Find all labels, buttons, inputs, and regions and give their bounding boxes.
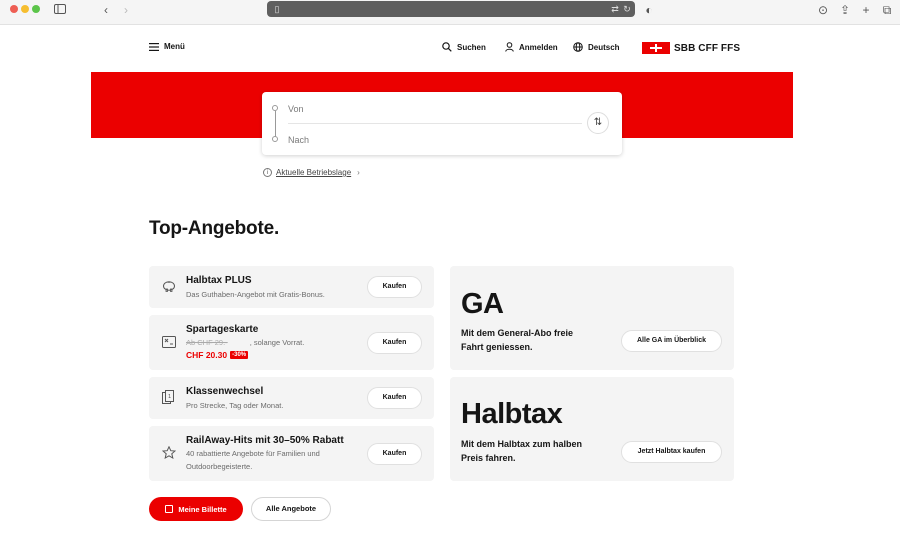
login-button[interactable]: Anmelden <box>505 42 558 52</box>
buy-button[interactable]: Kaufen <box>367 332 422 354</box>
svg-text:1: 1 <box>168 394 171 400</box>
reload-icon[interactable]: ↻ <box>621 3 633 15</box>
login-label: Anmelden <box>519 42 558 52</box>
sidebar-toggle-icon[interactable] <box>53 3 67 17</box>
discount-badge: -30% <box>230 351 249 359</box>
sbb-logo[interactable]: SBB CFF FFS <box>642 42 740 54</box>
privacy-icon[interactable]: ◐ <box>642 3 656 17</box>
ga-card[interactable]: GA Mit dem General-Abo freie Fahrt genie… <box>450 266 734 370</box>
offer-title: Spartageskarte <box>186 324 259 335</box>
back-icon[interactable]: ‹ <box>99 3 113 17</box>
translate-icon[interactable]: ⇄ <box>609 3 621 15</box>
class-change-icon: 1 <box>162 390 174 409</box>
download-icon[interactable]: ⊙ <box>816 3 830 17</box>
timetable-search: Von Nach ⇅ <box>262 92 622 155</box>
status-link-label: Aktuelle Betriebslage <box>276 168 352 177</box>
my-tickets-button[interactable]: Meine Billette <box>149 497 243 521</box>
browser-toolbar: ‹ › ▯ ⇄ ↻ ◐ ⊙ ⇪ + ⧉ <box>0 0 900 25</box>
offer-subtitle: Pro Strecke, Tag oder Monat. <box>186 401 284 410</box>
halbtax-description-line1: Mit dem Halbtax zum halben <box>461 439 583 449</box>
halbtax-title: Halbtax <box>461 398 563 430</box>
offer-title: Klassenwechsel <box>186 386 264 397</box>
search-button[interactable]: Suchen <box>442 42 486 52</box>
status-link[interactable]: i Aktuelle Betriebslage › <box>263 168 360 177</box>
ga-title: GA <box>461 288 504 320</box>
menu-label: Menü <box>164 42 185 51</box>
language-label: Deutsch <box>588 42 620 52</box>
buy-halbtax-button[interactable]: Jetzt Halbtax kaufen <box>621 441 722 463</box>
sbb-logo-icon <box>642 42 670 54</box>
offer-subtitle: Das Guthaben-Angebot mit Gratis-Bonus. <box>186 290 325 299</box>
offer-card-halbtax-plus[interactable]: Halbtax PLUS Das Guthaben-Angebot mit Gr… <box>149 266 434 308</box>
logo-text: SBB CFF FFS <box>674 42 741 54</box>
to-dot-icon <box>272 136 278 142</box>
section-title: Top-Angebote. <box>149 218 280 239</box>
route-line <box>274 111 276 138</box>
old-price: Ab CHF 29.- <box>186 338 228 347</box>
star-icon <box>161 445 177 464</box>
tabs-overview-icon[interactable]: ⧉ <box>880 3 894 17</box>
buy-button[interactable]: Kaufen <box>367 443 422 465</box>
buy-button[interactable]: Kaufen <box>367 387 422 409</box>
page-icon: ▯ <box>274 4 280 14</box>
close-window-button[interactable] <box>10 5 18 13</box>
offer-card-railaway[interactable]: RailAway-Hits mit 30–50% Rabatt 40 rabat… <box>149 426 434 481</box>
offer-title: Halbtax PLUS <box>186 275 252 286</box>
info-icon: i <box>263 168 272 177</box>
search-label: Suchen <box>457 42 486 52</box>
swap-icon: ⇅ <box>593 117 603 128</box>
menu-button[interactable]: Menü <box>149 42 185 51</box>
search-icon <box>442 42 452 52</box>
ga-overview-button[interactable]: Alle GA im Überblick <box>621 330 722 352</box>
piggy-bank-icon <box>162 279 176 297</box>
offer-card-spartageskarte[interactable]: Spartageskarte Ab CHF 29.- , solange Vorr… <box>149 315 434 370</box>
price-value: CHF 20.30 <box>186 350 228 360</box>
zoom-window-button[interactable] <box>32 5 40 13</box>
forward-icon[interactable]: › <box>119 3 133 17</box>
ticket-icon <box>162 335 176 353</box>
offer-subtitle-line2: Outdoorbegeisterte. <box>186 462 253 471</box>
from-field[interactable]: Von <box>288 104 304 114</box>
chevron-right-icon: › <box>357 168 360 177</box>
hamburger-icon <box>149 42 159 51</box>
halbtax-card[interactable]: Halbtax Mit dem Halbtax zum halben Preis… <box>450 377 734 481</box>
to-field[interactable]: Nach <box>288 135 309 145</box>
minimize-window-button[interactable] <box>21 5 29 13</box>
offer-price: CHF 20.30 -30% <box>186 350 249 360</box>
my-tickets-label: Meine Billette <box>178 504 227 514</box>
offer-title: RailAway-Hits mit 30–50% Rabatt <box>186 435 344 446</box>
offer-card-klassenwechsel[interactable]: 1 Klassenwechsel Pro Strecke, Tag oder M… <box>149 377 434 419</box>
user-icon <box>505 42 514 52</box>
new-tab-icon[interactable]: + <box>859 3 873 17</box>
buy-button[interactable]: Kaufen <box>367 276 422 298</box>
offer-subtitle-line1: 40 rabattierte Angebote für Familien und <box>186 449 320 458</box>
offer-subtitle: Ab CHF 29.- , solange Vorrat. <box>186 336 304 349</box>
offer-note: , solange Vorrat. <box>249 338 305 347</box>
all-offers-button[interactable]: Alle Angebote <box>251 497 331 521</box>
share-icon[interactable]: ⇪ <box>838 3 852 17</box>
language-selector[interactable]: Deutsch <box>573 42 620 52</box>
swap-direction-button[interactable]: ⇅ <box>587 112 609 134</box>
field-divider <box>288 123 582 124</box>
halbtax-description-line2: Preis fahren. <box>461 453 516 463</box>
globe-icon <box>573 42 583 52</box>
address-bar[interactable]: ▯ ⇄ ↻ <box>267 1 635 17</box>
ticket-icon <box>165 505 174 513</box>
ga-description-line2: Fahrt geniessen. <box>461 342 533 352</box>
ga-description-line1: Mit dem General-Abo freie <box>461 328 574 338</box>
